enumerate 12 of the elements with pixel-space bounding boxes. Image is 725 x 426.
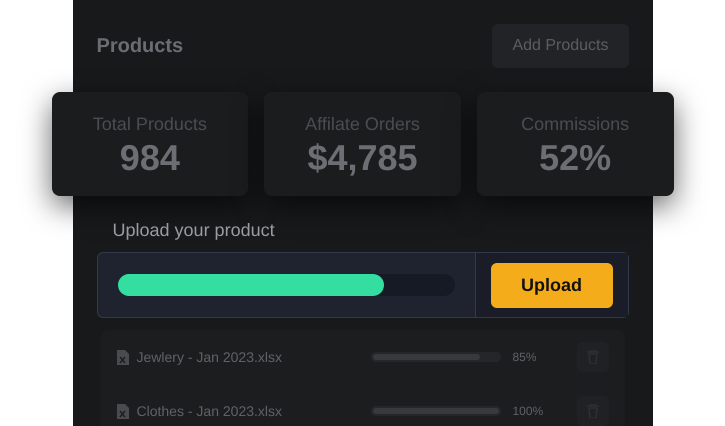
file-percent: 100% <box>512 403 544 419</box>
page-title: Products <box>96 34 184 59</box>
upload-title: Upload your product <box>112 219 276 242</box>
spreadsheet-file-icon <box>116 349 128 365</box>
stat-value: 984 <box>120 138 180 178</box>
stat-value: $4,785 <box>307 138 418 178</box>
file-name: Clothes - Jan 2023.xlsx <box>136 402 284 421</box>
file-name: Jewlery - Jan 2023.xlsx <box>136 348 284 367</box>
stat-value: 52% <box>539 138 612 178</box>
upload-button[interactable]: Upload <box>490 262 612 308</box>
file-percent: 85% <box>512 349 538 365</box>
spreadsheet-file-icon <box>116 403 128 419</box>
